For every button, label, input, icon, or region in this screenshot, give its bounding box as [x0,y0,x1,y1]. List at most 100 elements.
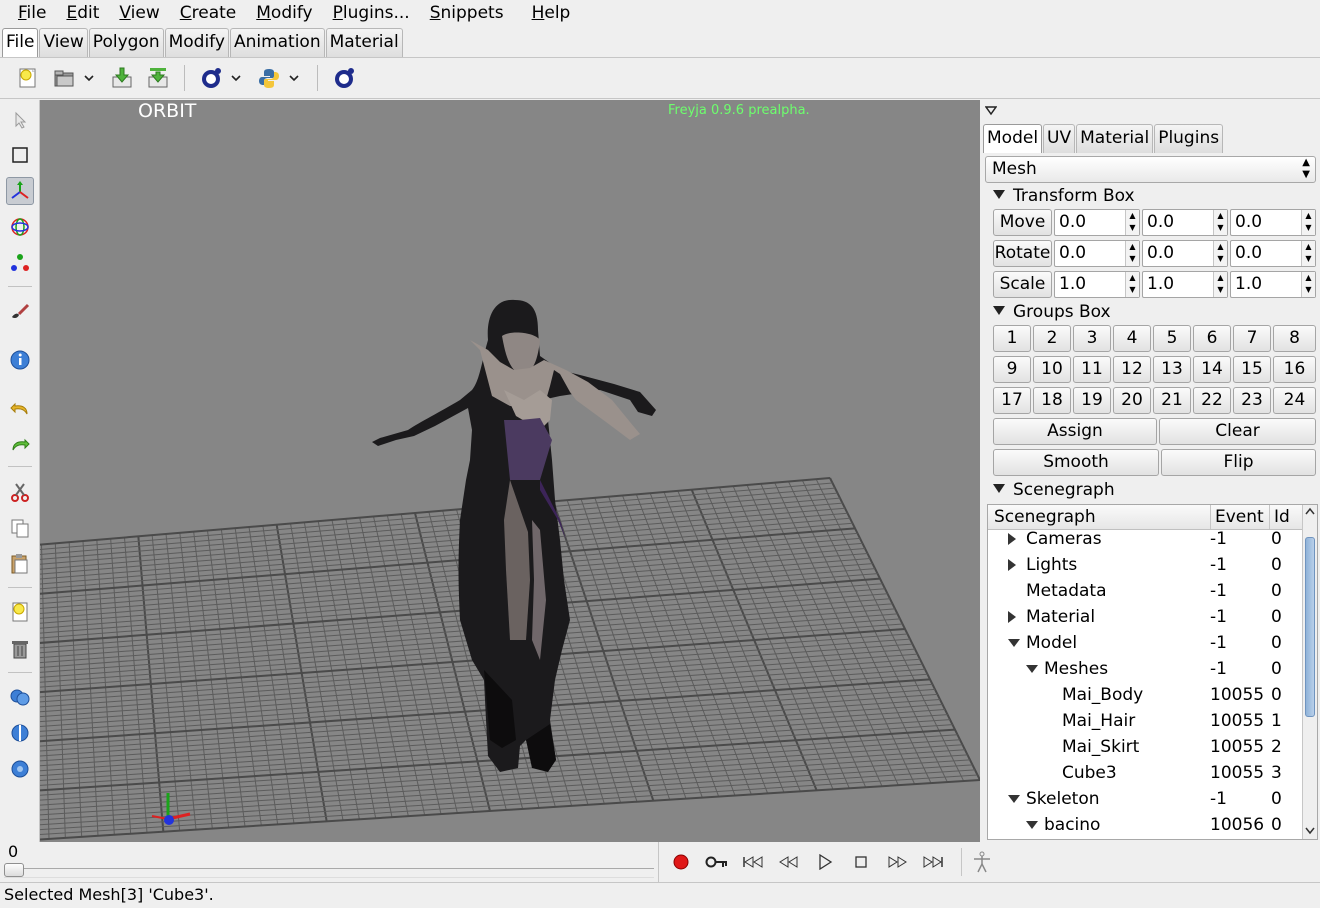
menu-plugins[interactable]: Plugins... [323,0,420,26]
scenegraph-row[interactable]: Cameras -1 0 [988,526,1303,552]
group-button[interactable]: 20 [1113,387,1151,414]
copy-button[interactable] [6,514,34,542]
group-button[interactable]: 1 [993,325,1031,352]
group-button[interactable]: 22 [1193,387,1231,414]
scenegraph-row[interactable]: Mai_Body 10055 0 [988,682,1303,708]
skeleton-pose-button[interactable] [968,848,996,876]
scale-tool[interactable] [6,249,34,277]
menu-file[interactable]: File [8,0,56,26]
group-button[interactable]: 23 [1233,387,1271,414]
group-button[interactable]: 11 [1073,356,1111,383]
group-button[interactable]: 10 [1033,356,1071,383]
spin-arrows-icon[interactable]: ▲ ▼ [1213,210,1227,235]
move-z-field[interactable]: 0.0 ▲ ▼ [1230,209,1316,236]
move-button[interactable]: Move [993,209,1052,236]
transform-box-header[interactable]: Transform Box [981,185,1135,207]
group-button[interactable]: 21 [1153,387,1191,414]
timeline-slider[interactable] [4,863,654,878]
scenegraph-row[interactable]: Material -1 0 [988,604,1303,630]
spin-arrows-icon[interactable]: ▲ ▼ [1125,210,1139,235]
undo-button[interactable] [6,393,34,421]
fast-forward-button[interactable] [883,848,911,876]
expanded-triangle-icon[interactable] [1026,821,1038,829]
menu-create[interactable]: Create [170,0,247,26]
tab-uv[interactable]: UV [1043,124,1076,153]
tab-material[interactable]: Material [325,28,403,57]
move-tool[interactable] [6,177,34,205]
group-button[interactable]: 9 [993,356,1031,383]
select-tool[interactable] [6,106,34,134]
expanded-triangle-icon[interactable] [1008,795,1020,803]
spin-arrows-icon[interactable]: ▲ ▼ [1301,241,1315,266]
paste-button[interactable] [6,550,34,578]
scenegraph-tree[interactable]: Scenegraph Event Id Cameras -1 0 Lights -1 0 M… [987,504,1318,840]
timeline-slider-handle[interactable] [4,863,24,877]
scenegraph-row[interactable]: bacino 10056 0 [988,812,1303,838]
python-script-button[interactable] [256,65,282,91]
import-button[interactable] [109,65,135,91]
group-button[interactable]: 14 [1193,356,1231,383]
smooth-button[interactable]: Smooth [993,449,1159,476]
group-button[interactable]: 8 [1273,325,1316,352]
scroll-down-icon[interactable] [1305,827,1315,835]
cut-button[interactable] [6,478,34,506]
rewind-button[interactable] [775,848,803,876]
rotate-z-field[interactable]: 0.0 ▲ ▼ [1230,240,1316,267]
group-button[interactable]: 24 [1273,387,1316,414]
spin-arrows-icon[interactable]: ▲ ▼ [1301,272,1315,297]
move-y-field[interactable]: 0.0 ▲ ▼ [1142,209,1228,236]
scenegraph-row[interactable]: Skeleton -1 0 [988,786,1303,812]
group-button[interactable]: 16 [1273,356,1316,383]
stop-button[interactable] [847,848,875,876]
menu-help[interactable]: Help [522,0,581,26]
rotate-button[interactable]: Rotate [993,240,1052,267]
scale-x-field[interactable]: 1.0 ▲ ▼ [1054,271,1140,298]
rotate-y-field[interactable]: 0.0 ▲ ▼ [1142,240,1228,267]
collapsed-triangle-icon[interactable] [1008,559,1016,571]
scale-z-field[interactable]: 1.0 ▲ ▼ [1230,271,1316,298]
expanded-triangle-icon[interactable] [1008,639,1020,647]
tab-material-panel[interactable]: Material [1076,124,1154,153]
scrollbar-thumb[interactable] [1305,537,1315,717]
lua-script-button[interactable] [198,65,224,91]
scenegraph-row[interactable]: Lights -1 0 [988,552,1303,578]
last-frame-button[interactable] [919,848,947,876]
tab-polygon[interactable]: Polygon [88,28,164,57]
record-button[interactable] [667,848,695,876]
spin-arrows-icon[interactable]: ▲ ▼ [1301,210,1315,235]
tab-modify[interactable]: Modify [164,28,229,57]
group-button[interactable]: 12 [1113,356,1151,383]
menu-snippets[interactable]: Snippets [420,0,514,26]
scale-button[interactable]: Scale [993,271,1052,298]
spin-arrows-icon[interactable]: ▲ ▼ [1213,241,1227,266]
group-button[interactable]: 4 [1113,325,1151,352]
spin-arrows-icon[interactable]: ▲ ▼ [1213,272,1227,297]
group-button[interactable]: 17 [993,387,1031,414]
3d-viewport[interactable]: ORBIT Freyja 0.9.6 prealpha. [40,100,980,842]
assign-button[interactable]: Assign [993,418,1157,445]
tab-view[interactable]: View [39,28,88,57]
rotate-x-field[interactable]: 0.0 ▲ ▼ [1054,240,1140,267]
collapsed-triangle-icon[interactable] [1008,533,1016,545]
dock-collapse-icon[interactable] [985,106,997,116]
redo-button[interactable] [6,429,34,457]
tab-animation[interactable]: Animation [229,28,325,57]
sphere-button[interactable] [6,755,34,783]
keyframe-button[interactable] [703,848,731,876]
box-select-tool[interactable] [6,141,34,169]
scenegraph-row[interactable]: Cube3 10055 3 [988,760,1303,786]
collapsed-triangle-icon[interactable] [1008,611,1016,623]
group-button[interactable]: 2 [1033,325,1071,352]
group-button[interactable]: 6 [1193,325,1231,352]
rotate-tool[interactable] [6,213,34,241]
clear-button[interactable]: Clear [1159,418,1316,445]
scenegraph-row[interactable]: Metadata -1 0 [988,578,1303,604]
new-object-button[interactable] [6,598,34,626]
menu-view[interactable]: View [109,0,169,26]
play-button[interactable] [811,848,839,876]
half-sphere-button[interactable] [6,719,34,747]
expanded-triangle-icon[interactable] [1026,665,1038,673]
scenegraph-scrollbar[interactable] [1302,505,1317,839]
tab-file[interactable]: File [2,28,39,57]
tab-model[interactable]: Model [983,124,1043,153]
